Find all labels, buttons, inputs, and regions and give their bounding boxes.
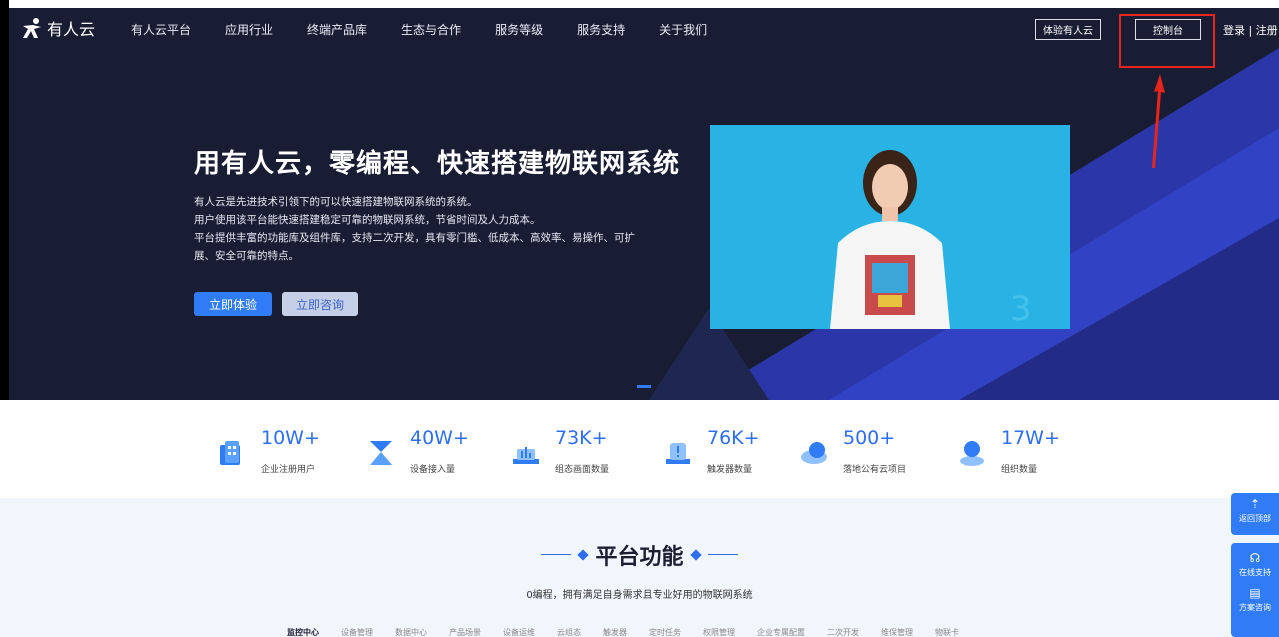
- top-strip: [0, 0, 1279, 8]
- try-youren-cloud-button[interactable]: 体验有人云: [1035, 19, 1101, 40]
- consult-now-button[interactable]: 立即咨询: [282, 292, 358, 316]
- title-divider-left: [541, 554, 572, 555]
- logo[interactable]: 有人云: [21, 16, 95, 40]
- login-register-link[interactable]: 登录 | 注册: [1223, 22, 1278, 38]
- section-subtitle: 0编程，拥有满足自身需求且专业好用的物联网系统: [526, 590, 753, 601]
- tab-product-scene[interactable]: 产品场景: [449, 627, 481, 637]
- nav-item-ecosystem[interactable]: 生态与合作: [401, 21, 461, 38]
- platform-section: 平台功能 0编程，拥有满足自身需求且专业好用的物联网系统 监控中心 设备管理 数…: [0, 498, 1279, 637]
- section-title-wrap: 平台功能: [541, 539, 738, 571]
- logo-text: 有人云: [47, 20, 96, 39]
- hero-title: 用有人云，零编程、快速搭建物联网系统: [194, 149, 681, 179]
- tab-maintenance[interactable]: 维保管理: [881, 627, 913, 637]
- diamond-icon: [577, 548, 590, 561]
- stat-value: 76K+: [707, 427, 760, 449]
- tab-device-ops[interactable]: 设备运维: [503, 627, 535, 637]
- svg-text:3: 3: [1010, 289, 1032, 329]
- stats-bar: 10W+ 企业注册用户 40W+ 设备接入量 73K+ 组态画面数量 76K+ …: [0, 400, 1279, 498]
- tab-cloud-scada[interactable]: 云组态: [557, 627, 581, 637]
- stat-label: 设备接入量: [410, 465, 456, 475]
- stat-label: 触发器数量: [707, 465, 753, 475]
- online-support-label[interactable]: 在线支持: [1239, 567, 1271, 578]
- stat-value: 40W+: [410, 427, 469, 449]
- plan-consult-label[interactable]: 方案咨询: [1239, 602, 1271, 613]
- hero-banner: 用有人云，零编程、快速搭建物联网系统 有人云是先进技术引领下的可以快速搭建物联网…: [9, 8, 1279, 400]
- section-title-text: 平台功能: [595, 544, 684, 570]
- hero-video[interactable]: 3: [710, 125, 1070, 329]
- stat-value: 17W+: [1001, 427, 1060, 449]
- chart-icon: [513, 447, 539, 464]
- tab-secondary-dev[interactable]: 二次开发: [827, 627, 859, 637]
- top-nav: 有人云 有人云平台 应用行业 终端产品库 生态与合作 服务等级 服务支持 关于我…: [9, 8, 1279, 50]
- stat-value: 73K+: [555, 427, 608, 449]
- hourglass-icon: [370, 441, 392, 465]
- nav-item-products[interactable]: 终端产品库: [307, 21, 367, 38]
- tab-trigger[interactable]: 触发器: [603, 627, 627, 637]
- tab-monitor-center[interactable]: 监控中心: [287, 627, 319, 637]
- feature-tabs: 监控中心 设备管理 数据中心 产品场景 设备运维 云组态 触发器 定时任务 权限…: [287, 627, 981, 637]
- tab-iot-card[interactable]: 物联卡: [935, 627, 959, 637]
- title-divider-right: [707, 554, 738, 555]
- message-icon[interactable]: ▤: [1249, 586, 1260, 600]
- stat-label: 落地公有云项目: [843, 465, 907, 475]
- nav-item-support[interactable]: 服务支持: [577, 21, 625, 38]
- hero-desc-line: 有人云是先进技术引领下的可以快速搭建物联网系统的系统。: [194, 196, 478, 208]
- nav-item-service-level[interactable]: 服务等级: [495, 21, 543, 38]
- nav-item-about[interactable]: 关于我们: [659, 21, 707, 38]
- stat-value: 10W+: [261, 427, 320, 449]
- cloud-icon: [801, 442, 827, 464]
- user-icon: [960, 441, 984, 466]
- tab-enterprise-config[interactable]: 企业专属配置: [757, 627, 805, 637]
- stat-label: 组态画面数量: [555, 465, 610, 475]
- highlight-box: [1119, 14, 1215, 68]
- stat-label: 组织数量: [1001, 465, 1038, 475]
- stat-value: 500+: [843, 427, 896, 449]
- logo-person-icon: [23, 18, 41, 38]
- stat-label: 企业注册用户: [261, 465, 316, 475]
- support-panel: ☊ 在线支持 ▤ 方案咨询: [1231, 543, 1279, 637]
- building-icon: [220, 441, 240, 465]
- back-to-top-label: 返回顶部: [1239, 514, 1271, 523]
- headset-icon[interactable]: ☊: [1250, 551, 1261, 565]
- hero-desc-line: 平台提供丰富的功能库及组件库，支持二次开发，具有零门槛、低成本、高效率、易操作、…: [194, 232, 635, 244]
- presenter-image: 3: [710, 125, 1070, 329]
- tab-device-management[interactable]: 设备管理: [341, 627, 373, 637]
- tab-scheduled-task[interactable]: 定时任务: [649, 627, 681, 637]
- arrow-up-icon: ⇡: [1249, 497, 1261, 511]
- back-to-top-button[interactable]: ⇡ 返回顶部: [1231, 493, 1279, 535]
- hero-desc-line: 展、安全可靠的特点。: [194, 250, 299, 262]
- tab-data-center[interactable]: 数据中心: [395, 627, 427, 637]
- nav-item-platform[interactable]: 有人云平台: [131, 21, 191, 38]
- diamond-icon: [689, 548, 702, 561]
- hero-desc-line: 用户使用该平台能快速搭建稳定可靠的物联网系统，节省时间及人力成本。: [194, 214, 541, 226]
- tab-permission[interactable]: 权限管理: [703, 627, 735, 637]
- hero-description: 有人云是先进技术引领下的可以快速搭建物联网系统的系统。 用户使用该平台能快速搭建…: [194, 193, 694, 265]
- page: 用有人云，零编程、快速搭建物联网系统 有人云是先进技术引领下的可以快速搭建物联网…: [0, 0, 1279, 637]
- nav-item-industry[interactable]: 应用行业: [225, 21, 273, 38]
- alert-icon: [666, 443, 690, 464]
- left-edge: [0, 0, 9, 400]
- section-title: 平台功能: [0, 536, 1279, 571]
- try-now-button[interactable]: 立即体验: [194, 292, 272, 316]
- annotation-arrow-icon: [1152, 74, 1165, 168]
- nav-menu: 有人云平台 应用行业 终端产品库 生态与合作 服务等级 服务支持 关于我们: [131, 21, 741, 38]
- carousel-indicator[interactable]: [637, 385, 651, 388]
